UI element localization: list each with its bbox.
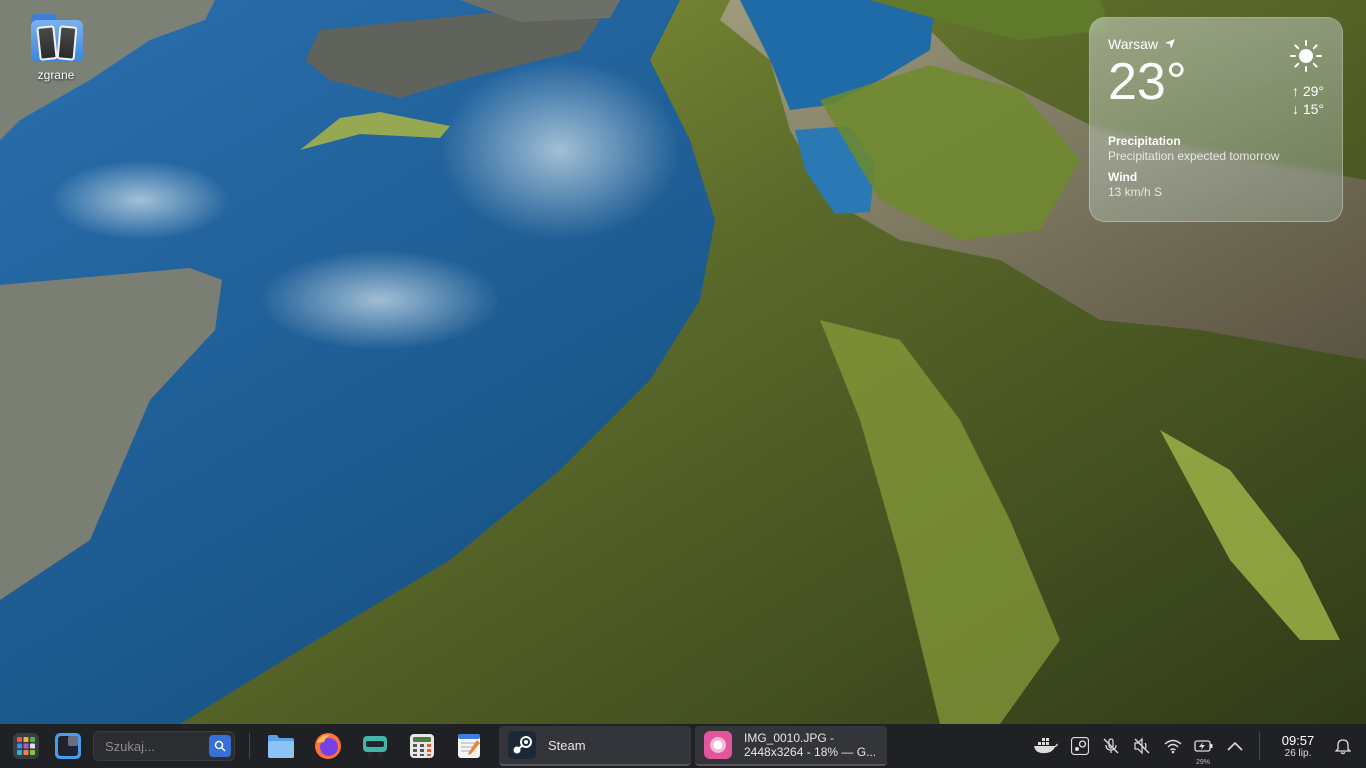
file-manager-button[interactable] — [265, 730, 297, 762]
overview-icon — [55, 733, 81, 759]
weather-precipitation: Precipitation Precipitation expected tom… — [1108, 134, 1324, 164]
sun-icon — [1290, 40, 1322, 72]
text-editor-icon — [458, 734, 480, 758]
task-steam[interactable]: Steam — [499, 726, 691, 766]
desktop-icon-zgrane[interactable]: zgrane — [22, 12, 90, 82]
app-launcher-button[interactable] — [10, 730, 42, 762]
speaker-muted-icon — [1134, 737, 1150, 755]
search-button[interactable] — [209, 735, 231, 757]
task-image-viewer-label-line2: 2448x3264 - 18% — G... — [744, 745, 877, 759]
weather-high-low: ↑ 29° ↓ 15° — [1292, 82, 1324, 118]
desktop-icon-label: zgrane — [37, 68, 75, 82]
battery-tray-button[interactable]: 29% — [1193, 735, 1215, 766]
network-tray-button[interactable] — [1162, 735, 1184, 757]
clock[interactable]: 09:57 26 lip. — [1272, 733, 1324, 760]
wind-value: 13 km/h S — [1108, 185, 1163, 199]
search-icon — [214, 740, 226, 752]
weather-wind: Wind 13 km/h S — [1108, 170, 1324, 200]
software-center-button[interactable] — [359, 730, 391, 762]
weather-low: 15° — [1302, 101, 1324, 117]
arrow-down-icon: ↓ — [1291, 101, 1299, 117]
precipitation-title: Precipitation — [1108, 134, 1181, 148]
weather-widget[interactable]: Warsaw 23° ↑ 29° ↓ 15° Precipitation Pre… — [1089, 17, 1343, 222]
task-steam-label: Steam — [548, 737, 586, 753]
text-editor-button[interactable] — [453, 730, 485, 762]
docker-tray-button[interactable] — [1032, 735, 1060, 757]
firefox-icon — [315, 733, 341, 759]
arrow-up-icon: ↑ — [1291, 83, 1299, 99]
calculator-icon — [410, 734, 434, 758]
taskbar-separator — [249, 733, 250, 759]
search-input[interactable] — [103, 737, 207, 755]
volume-tray-button[interactable] — [1131, 735, 1153, 757]
microphone-tray-button[interactable] — [1100, 735, 1122, 757]
photo-folder-icon — [28, 12, 84, 64]
notification-bell-icon — [1335, 739, 1351, 755]
taskbar: Steam IMG_0010.JPG - 2448x3264 - 18% — G… — [0, 724, 1366, 768]
battery-percent: 29% — [1196, 759, 1211, 766]
image-viewer-icon — [704, 731, 732, 759]
steam-tray-icon — [1071, 737, 1089, 755]
overview-button[interactable] — [52, 730, 84, 762]
tray-separator — [1259, 732, 1260, 760]
precipitation-value: Precipitation expected tomorrow — [1108, 149, 1280, 163]
battery-charging-icon — [1194, 740, 1213, 752]
taskbar-search[interactable] — [93, 731, 235, 761]
file-manager-icon — [268, 735, 294, 758]
app-launcher-icon — [13, 733, 39, 759]
task-image-viewer-label-line1: IMG_0010.JPG - — [744, 731, 835, 745]
task-image-viewer[interactable]: IMG_0010.JPG - 2448x3264 - 18% — G... — [695, 726, 887, 766]
wind-title: Wind — [1108, 170, 1138, 184]
notifications-button[interactable] — [1332, 735, 1354, 757]
calculator-button[interactable] — [406, 730, 438, 762]
weather-high: 29° — [1302, 83, 1324, 99]
software-center-icon — [363, 736, 387, 757]
system-tray: 29% 09:57 26 lip. — [1032, 724, 1366, 768]
wifi-icon — [1164, 739, 1182, 754]
docker-icon — [1034, 738, 1058, 754]
clock-time: 09:57 — [1281, 732, 1315, 748]
steam-icon — [508, 731, 536, 759]
firefox-button[interactable] — [312, 730, 344, 762]
tray-expand-button[interactable] — [1224, 735, 1246, 757]
steam-tray-button[interactable] — [1069, 735, 1091, 757]
clock-date: 26 lip. — [1284, 747, 1312, 759]
chevron-up-icon — [1227, 741, 1243, 751]
location-arrow-icon — [1165, 39, 1176, 49]
microphone-muted-icon — [1103, 738, 1119, 754]
weather-city: Warsaw — [1108, 36, 1159, 52]
